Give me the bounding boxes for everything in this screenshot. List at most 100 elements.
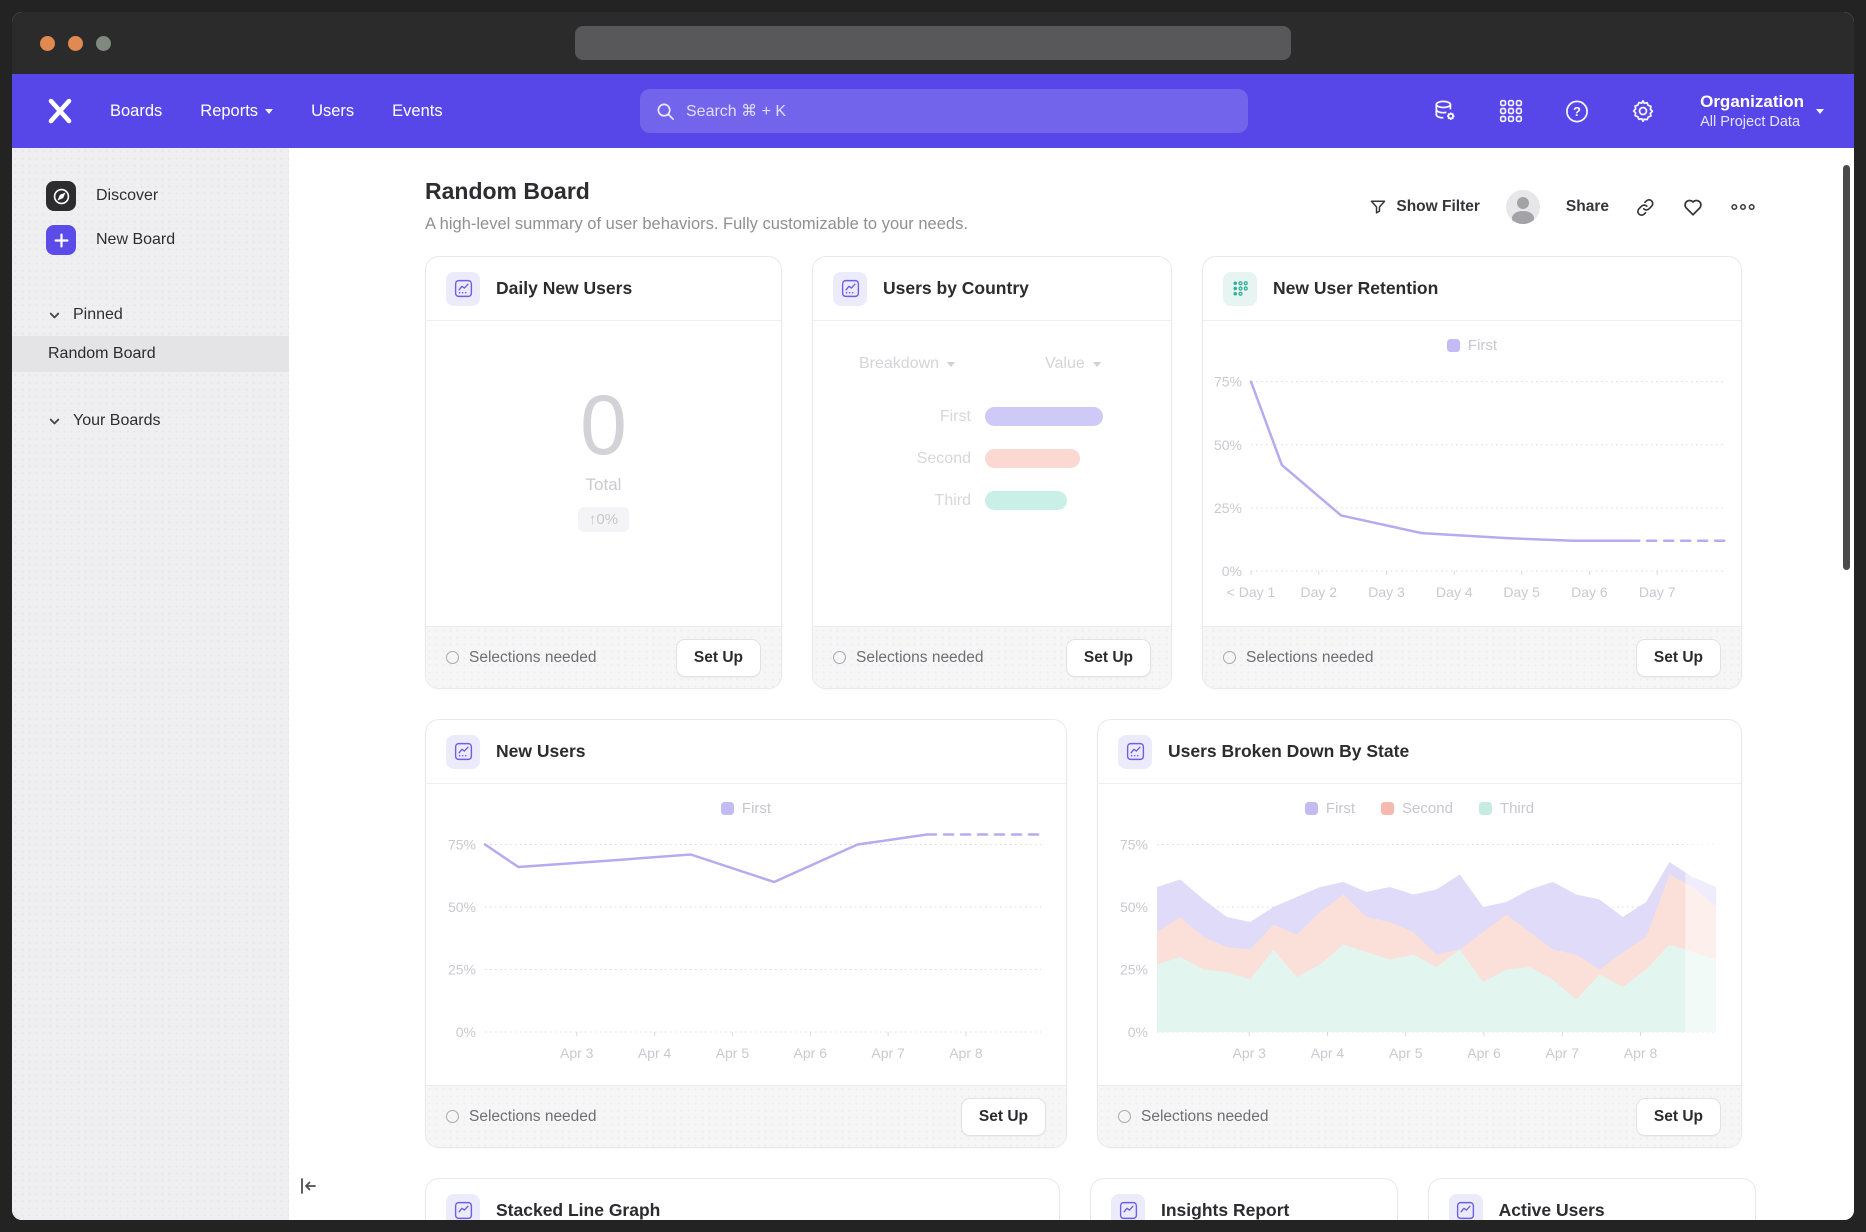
copy-link-button[interactable] bbox=[1635, 197, 1656, 218]
set-up-button[interactable]: Set Up bbox=[1636, 1098, 1721, 1136]
card-header: Insights Report bbox=[1091, 1179, 1397, 1220]
chevron-down-icon bbox=[48, 415, 61, 428]
card-header: New User Retention bbox=[1203, 257, 1741, 321]
legend-item: Third bbox=[1479, 800, 1534, 817]
svg-text:Day 7: Day 7 bbox=[1639, 584, 1676, 600]
svg-text:Apr 6: Apr 6 bbox=[1467, 1045, 1501, 1061]
heart-icon bbox=[1682, 196, 1704, 218]
card-row-1: Daily New Users 0 Total ↑0% Selections n… bbox=[425, 256, 1756, 689]
compass-icon bbox=[46, 181, 76, 211]
favorite-button[interactable] bbox=[1682, 196, 1704, 218]
chart-legend: First bbox=[1203, 333, 1741, 357]
status-text: Selections needed bbox=[833, 649, 984, 667]
new-users-chart: 0%25%50%75%Apr 3Apr 4Apr 5Apr 6Apr 7Apr … bbox=[437, 820, 1055, 1066]
set-up-button[interactable]: Set Up bbox=[1066, 639, 1151, 677]
breakdown-dropdown[interactable]: Breakdown bbox=[859, 355, 955, 373]
card-title: New User Retention bbox=[1273, 278, 1438, 299]
sidebar-item-discover[interactable]: Discover bbox=[12, 174, 289, 218]
legend-item: First bbox=[1447, 337, 1497, 354]
card-users-by-country: Users by Country Breakdown Value First bbox=[812, 256, 1172, 689]
window-titlebar bbox=[12, 12, 1854, 74]
chevron-down-icon bbox=[1816, 109, 1824, 114]
org-subtitle: All Project Data bbox=[1700, 113, 1804, 131]
svg-text:25%: 25% bbox=[1214, 500, 1242, 516]
metric-value: 0 bbox=[580, 383, 627, 467]
minimize-window-button[interactable] bbox=[68, 36, 83, 51]
card-title: Insights Report bbox=[1161, 1200, 1289, 1220]
app-body: Discover New Board Pinned Random Board Y… bbox=[12, 148, 1854, 1220]
svg-text:75%: 75% bbox=[448, 837, 476, 853]
set-up-button[interactable]: Set Up bbox=[1636, 639, 1721, 677]
metric-label: Total bbox=[586, 475, 622, 495]
line-chart-icon bbox=[1111, 1194, 1145, 1221]
svg-text:Apr 5: Apr 5 bbox=[716, 1045, 750, 1061]
card-stacked-line-graph: Stacked Line Graph bbox=[425, 1178, 1060, 1220]
card-active-users: Active Users bbox=[1428, 1178, 1756, 1220]
show-filter-button[interactable]: Show Filter bbox=[1369, 198, 1480, 216]
status-ring-icon bbox=[446, 1110, 459, 1123]
zoom-window-button[interactable] bbox=[96, 36, 111, 51]
card-title: Stacked Line Graph bbox=[496, 1200, 660, 1220]
card-users-by-state: Users Broken Down By State FirstSecondTh… bbox=[1097, 719, 1742, 1148]
filter-icon bbox=[1369, 198, 1387, 216]
board-header: Random Board A high-level summary of use… bbox=[425, 178, 1756, 234]
nav-item-users[interactable]: Users bbox=[311, 102, 354, 121]
nav-right-cluster: ? Organization All Project Data bbox=[1432, 91, 1824, 130]
nav-item-reports[interactable]: Reports bbox=[200, 102, 273, 121]
settings-icon[interactable] bbox=[1630, 98, 1656, 124]
sidebar-item-new-board[interactable]: New Board bbox=[12, 218, 289, 262]
sidebar-item-random-board[interactable]: Random Board bbox=[12, 336, 289, 372]
retention-grid-icon bbox=[1223, 272, 1257, 306]
browser-window: Boards Reports Users Events Search ⌘ + K bbox=[12, 12, 1854, 1220]
board-link-label: Random Board bbox=[48, 345, 156, 363]
card-header: Stacked Line Graph bbox=[426, 1179, 1059, 1220]
share-button[interactable]: Share bbox=[1566, 198, 1609, 216]
scrollbar-thumb[interactable] bbox=[1843, 165, 1850, 570]
nav-menu: Boards Reports Users Events bbox=[110, 102, 443, 121]
mixpanel-logo[interactable] bbox=[42, 93, 78, 129]
set-up-button[interactable]: Set Up bbox=[676, 639, 761, 677]
status-text: Selections needed bbox=[1118, 1108, 1269, 1126]
card-body: Breakdown Value First Second bbox=[813, 321, 1171, 626]
svg-text:75%: 75% bbox=[1214, 374, 1242, 390]
close-window-button[interactable] bbox=[40, 36, 55, 51]
svg-text:Day 5: Day 5 bbox=[1503, 584, 1540, 600]
card-header: Users Broken Down By State bbox=[1098, 720, 1741, 784]
app-grid-icon[interactable] bbox=[1498, 98, 1524, 124]
svg-text:50%: 50% bbox=[1120, 899, 1148, 915]
card-row-2: New Users First 0%25%50%75%Apr 3Apr 4Apr… bbox=[425, 719, 1756, 1148]
sidebar-section-pinned[interactable]: Pinned bbox=[12, 302, 289, 328]
help-icon[interactable]: ? bbox=[1564, 98, 1590, 124]
svg-text:0%: 0% bbox=[1222, 563, 1242, 579]
svg-text:?: ? bbox=[1573, 104, 1581, 119]
svg-text:Apr 8: Apr 8 bbox=[949, 1045, 983, 1061]
sidebar-section-your-boards[interactable]: Your Boards bbox=[12, 408, 289, 434]
search-icon bbox=[656, 102, 675, 121]
card-row-3: Stacked Line Graph Insights Report bbox=[425, 1178, 1756, 1220]
card-new-users: New Users First 0%25%50%75%Apr 3Apr 4Apr… bbox=[425, 719, 1067, 1148]
nav-item-events[interactable]: Events bbox=[392, 102, 442, 121]
card-title: Users by Country bbox=[883, 278, 1029, 299]
nav-item-boards[interactable]: Boards bbox=[110, 102, 162, 121]
card-header: New Users bbox=[426, 720, 1066, 784]
section-label: Pinned bbox=[73, 306, 123, 324]
chevron-down-icon bbox=[265, 109, 273, 114]
svg-text:Day 3: Day 3 bbox=[1368, 584, 1405, 600]
logo-x-icon bbox=[45, 96, 75, 126]
collapse-sidebar-icon[interactable] bbox=[297, 1175, 319, 1202]
data-management-icon[interactable] bbox=[1432, 98, 1458, 124]
address-bar[interactable] bbox=[575, 26, 1291, 60]
legend-item: First bbox=[1305, 800, 1355, 817]
org-switcher[interactable]: Organization All Project Data bbox=[1700, 91, 1824, 130]
svg-text:Day 2: Day 2 bbox=[1300, 584, 1337, 600]
nav-label: Users bbox=[311, 102, 354, 121]
search-input[interactable]: Search ⌘ + K bbox=[640, 89, 1248, 133]
more-options-button[interactable] bbox=[1730, 200, 1756, 214]
svg-text:Apr 6: Apr 6 bbox=[794, 1045, 828, 1061]
svg-text:75%: 75% bbox=[1120, 837, 1148, 853]
value-dropdown[interactable]: Value bbox=[1045, 355, 1101, 373]
avatar[interactable] bbox=[1506, 190, 1540, 224]
card-daily-new-users: Daily New Users 0 Total ↑0% Selections n… bbox=[425, 256, 782, 689]
set-up-button[interactable]: Set Up bbox=[961, 1098, 1046, 1136]
card-body: First 0%25%50%75%Apr 3Apr 4Apr 5Apr 6Apr… bbox=[426, 784, 1066, 1085]
